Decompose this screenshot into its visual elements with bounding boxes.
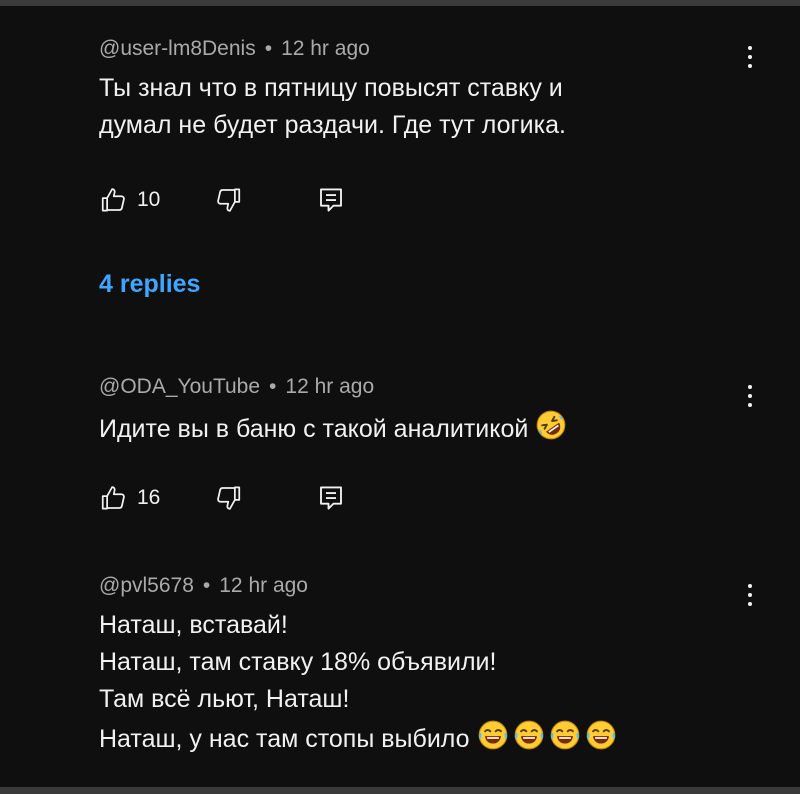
thumbs-down-icon: [213, 483, 243, 513]
dislike-button[interactable]: [213, 480, 243, 516]
comment-menu-button[interactable]: [742, 580, 758, 610]
comment-time[interactable]: 12 hr ago: [285, 375, 374, 398]
more-vertical-icon: [748, 385, 752, 389]
emoji-group: [470, 720, 618, 753]
more-vertical-icon: [748, 584, 752, 588]
comment-meta: @ODA_YouTube • 12 hr ago: [99, 374, 739, 400]
like-button[interactable]: 16: [99, 480, 160, 516]
comment-time[interactable]: 12 hr ago: [219, 574, 308, 597]
comment-line: Ты знал что в пятницу повысят ставку и: [99, 74, 563, 102]
comment-author[interactable]: @pvl5678: [99, 574, 194, 597]
reply-icon: [316, 483, 346, 513]
comment-line: Наташ, у нас там стопы выбило: [99, 718, 739, 758]
comment-actions: 16: [99, 480, 399, 516]
comment-line-text: Идите вы в баню с такой аналитикой: [99, 415, 529, 443]
reply-button[interactable]: [316, 182, 346, 218]
comment-line: Наташ, там ставку 18% объявили!: [99, 648, 497, 676]
view-replies-link[interactable]: 4 replies: [99, 270, 200, 299]
comment-meta: @pvl5678 • 12 hr ago: [99, 573, 739, 599]
comment-line-text: Наташ, у нас там стопы выбило: [99, 725, 470, 753]
meta-separator: •: [269, 375, 277, 398]
reply-icon: [316, 185, 346, 215]
comment-line: думал не будет раздачи. Где тут логика.: [99, 111, 566, 139]
like-count: 16: [137, 486, 161, 509]
comment-author[interactable]: @ODA_YouTube: [99, 375, 260, 398]
comment-time[interactable]: 12 hr ago: [281, 37, 370, 60]
face-with-tears-of-joy-icon: [584, 718, 618, 752]
comment-menu-button[interactable]: [742, 381, 758, 411]
thumbs-up-icon: [99, 483, 129, 513]
comment-line: Наташ, вставай!: [99, 611, 288, 639]
comment-line: Идите вы в баню с такой аналитикой: [99, 408, 739, 448]
dislike-button[interactable]: [213, 182, 243, 218]
comment-author[interactable]: @user-lm8Denis: [99, 37, 256, 60]
comment-2: @ODA_YouTube • 12 hr ago Идите вы в баню с…: [99, 374, 739, 510]
meta-separator: •: [202, 574, 211, 597]
reply-button[interactable]: [316, 480, 346, 516]
comment-3: @pvl5678 • 12 hr ago Наташ, вставай! Наташ…: [99, 573, 739, 758]
thumbs-down-icon: [213, 185, 243, 215]
face-with-tears-of-joy-icon: [512, 718, 546, 752]
comment-text: Ты знал что в пятницу повысят ставку и д…: [99, 70, 739, 144]
top-edge: [0, 0, 800, 6]
like-button[interactable]: 10: [99, 182, 160, 218]
face-with-tears-of-joy-icon: [548, 718, 582, 752]
face-with-tears-of-joy-icon: [476, 718, 510, 752]
comment-text: Наташ, вставай! Наташ, там ставку 18% об…: [99, 607, 739, 758]
comment-line: Там всё льют, Наташ!: [99, 685, 350, 713]
comment-1: @user-lm8Denis • 12 hr ago Ты знал что в п…: [99, 36, 739, 212]
comment-actions: 10: [99, 182, 399, 218]
more-vertical-icon: [748, 46, 752, 50]
bottom-edge: [0, 787, 800, 794]
comment-text: Идите вы в баню с такой аналитикой: [99, 408, 739, 448]
like-count: 10: [137, 188, 161, 211]
rolling-on-floor-laughing-icon: [534, 408, 568, 442]
thumbs-up-icon: [99, 185, 129, 215]
comment-meta: @user-lm8Denis • 12 hr ago: [99, 36, 739, 62]
meta-separator: •: [264, 37, 273, 60]
comment-menu-button[interactable]: [742, 42, 758, 72]
